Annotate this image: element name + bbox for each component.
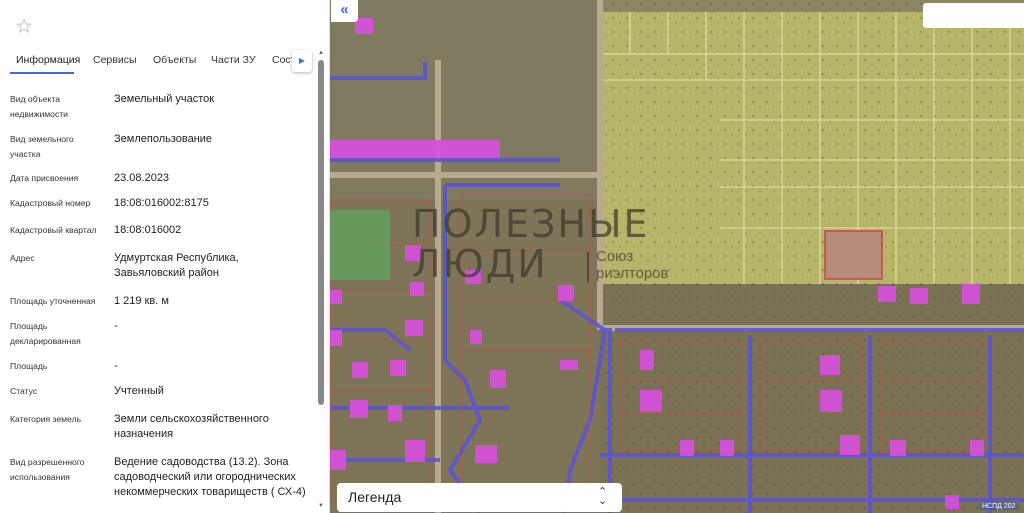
watermark-line-1: ПОЛЕЗНЫЕ (412, 202, 650, 246)
row-label: Кадастровый номер (10, 198, 91, 208)
row-value: Ведение садоводства (13.2). Зона садовод… (114, 456, 306, 498)
row-value: 1 219 кв. м (114, 295, 169, 307)
row-label: Площадь уточненная (10, 296, 96, 306)
row-label: Дата присвоения (10, 173, 79, 183)
watermark-line-2: ЛЮДИ (412, 242, 548, 286)
panel-scrollbar[interactable] (318, 60, 324, 405)
row-label: Статус (10, 386, 38, 396)
watermark-divider (587, 252, 589, 282)
row-value: Земли сельскохозяйственного назначения (114, 413, 269, 440)
info-panel: Информация Сервисы Объекты Части ЗУ Сост… (0, 0, 330, 513)
row-label: Адрес (10, 253, 35, 263)
active-tab-indicator (10, 72, 74, 74)
scroll-up-arrow-icon[interactable]: ▲ (317, 50, 325, 56)
row-label: Площадь (10, 361, 48, 371)
watermark-brand-1: Союз (596, 248, 634, 265)
row-value: Удмуртская Республика, Завьяловский райо… (114, 252, 239, 279)
row-value: 23.08.2023 (114, 172, 170, 184)
tab-services[interactable]: Сервисы (93, 54, 137, 66)
row-label: Кадастровый квартал (10, 225, 97, 235)
row-value: 18:08:016002 (114, 224, 182, 236)
row-label: Вид земельного участка (10, 134, 74, 159)
collapse-panel-button[interactable]: « (331, 0, 358, 22)
legend-dropdown[interactable]: Легенда ⌃ ⌄ (337, 483, 622, 512)
row-value: - (114, 320, 118, 332)
map-attribution: НСПД 202 (980, 503, 1018, 510)
map-canvas[interactable]: ПОЛЕЗНЫЕ ЛЮДИ Союз риэлторов (330, 0, 1024, 513)
favorite-star-icon[interactable] (15, 18, 33, 34)
row-value: Учтенный (114, 385, 164, 397)
row-label: Вид разрешенного использования (10, 457, 85, 482)
row-value: Землепользование (114, 133, 213, 145)
tab-information[interactable]: Информация (16, 54, 80, 66)
row-value: 18:08:016002:8175 (114, 197, 209, 209)
watermark-brand-2: риэлторов (596, 265, 669, 282)
row-value: - (114, 360, 118, 372)
row-label: Площадь декларированная (10, 321, 81, 346)
row-label: Вид объекта недвижимости (10, 94, 68, 119)
map-search-input[interactable] (923, 3, 1024, 28)
scroll-down-arrow-icon[interactable]: ▼ (317, 503, 325, 509)
tab-parts[interactable]: Части ЗУ (211, 54, 256, 66)
legend-label: Легенда (348, 489, 402, 505)
chevron-right-icon[interactable]: ▶ (292, 50, 312, 72)
sort-arrows-icon: ⌃ ⌄ (598, 486, 608, 507)
tab-objects[interactable]: Объекты (153, 54, 196, 66)
row-label: Категория земель (10, 414, 82, 424)
row-value: Земельный участок (114, 93, 215, 105)
